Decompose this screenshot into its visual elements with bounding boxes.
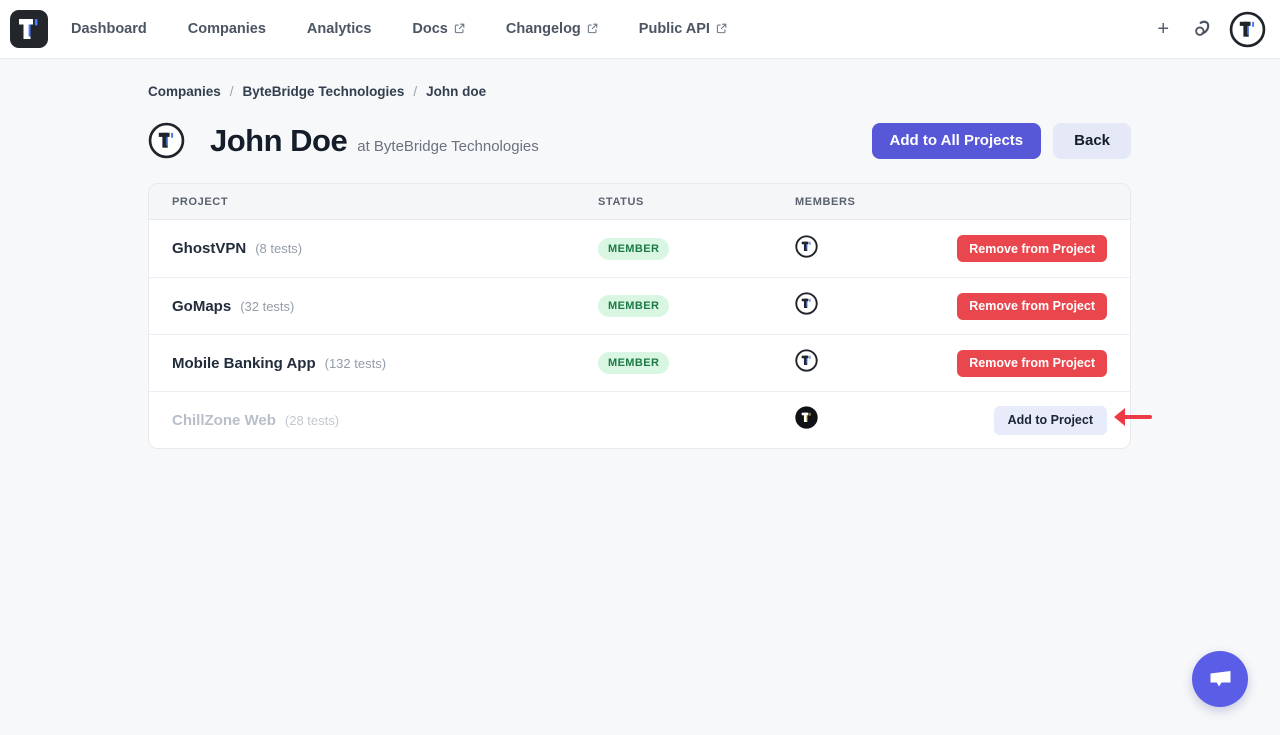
column-header-project: PROJECT [172,196,598,208]
nav-item-dashboard[interactable]: Dashboard [71,21,147,37]
nav-item-public-api[interactable]: Public API [639,21,727,37]
status-badge: MEMBER [598,295,669,317]
row-action-button[interactable]: Remove from Project [957,293,1107,320]
member-avatar [795,406,818,429]
user-avatar[interactable] [1229,11,1266,48]
row-action-button[interactable]: Remove from Project [957,235,1107,262]
add-to-all-projects-button[interactable]: Add to All Projects [872,123,1042,159]
table-row: GoMaps (32 tests) MEMBER Remove from Pro… [149,277,1130,334]
project-test-count: (32 tests) [240,299,294,314]
row-action-button[interactable]: Remove from Project [957,350,1107,377]
external-link-icon [454,23,465,34]
status-badge: MEMBER [598,352,669,374]
nav-item-label: Changelog [506,21,581,37]
breadcrumb-item[interactable]: Companies [148,84,221,99]
breadcrumb-separator: / [413,84,417,99]
column-header-status: STATUS [598,196,795,208]
member-avatar [795,349,818,372]
nav-item-label: Docs [412,21,447,37]
project-test-count: (28 tests) [285,413,339,428]
plus-icon[interactable]: + [1151,17,1175,41]
project-name: ChillZone Web [172,412,276,429]
nav-item-docs[interactable]: Docs [412,21,464,37]
external-link-icon [716,23,727,34]
nav-item-label: Companies [188,21,266,37]
table-row: Mobile Banking App (132 tests) MEMBER Re… [149,334,1130,391]
page-header: John Doe at ByteBridge Technologies Add … [148,122,1131,159]
member-avatar [795,235,818,258]
nav-menu: Dashboard Companies Analytics Docs Changelog… [71,21,1151,37]
nav-item-changelog[interactable]: Changelog [506,21,598,37]
chat-widget-button[interactable] [1192,651,1248,707]
project-test-count: (132 tests) [325,356,386,371]
project-name: Mobile Banking App [172,355,316,372]
breadcrumb-item[interactable]: ByteBridge Technologies [243,84,405,99]
page-subtitle: at ByteBridge Technologies [357,138,539,155]
row-action-button[interactable]: Add to Project [994,406,1107,435]
chat-bubble-icon [1207,667,1234,692]
breadcrumb: Companies / ByteBridge Technologies / John d… [148,84,1131,99]
nav-item-label: Analytics [307,21,371,37]
nav-item-analytics[interactable]: Analytics [307,21,371,37]
project-name: GoMaps [172,298,231,315]
breadcrumb-item: John doe [426,84,486,99]
member-avatar [795,292,818,315]
nav-item-companies[interactable]: Companies [188,21,266,37]
nav-item-label: Dashboard [71,21,147,37]
page-title: John Doe [210,123,347,159]
external-link-icon [587,23,598,34]
table-row: ChillZone Web (28 tests) Add to Project [149,391,1130,448]
company-avatar [148,122,185,159]
project-test-count: (8 tests) [255,241,302,256]
nav-item-label: Public API [639,21,710,37]
search-icon[interactable] [1192,19,1212,39]
projects-table: PROJECT STATUS MEMBERS GhostVPN (8 tests… [148,183,1131,449]
project-name: GhostVPN [172,240,246,257]
back-button[interactable]: Back [1053,123,1131,159]
column-header-members: MEMBERS [795,196,1107,208]
main-content: Companies / ByteBridge Technologies / John d… [0,59,1280,449]
brand-logo-icon[interactable] [10,10,48,48]
table-header-row: PROJECT STATUS MEMBERS [149,184,1130,220]
top-navigation-bar: Dashboard Companies Analytics Docs Changelog… [0,0,1280,59]
breadcrumb-separator: / [230,84,234,99]
table-row: GhostVPN (8 tests) MEMBER Remove from Pr… [149,220,1130,277]
status-badge: MEMBER [598,238,669,260]
